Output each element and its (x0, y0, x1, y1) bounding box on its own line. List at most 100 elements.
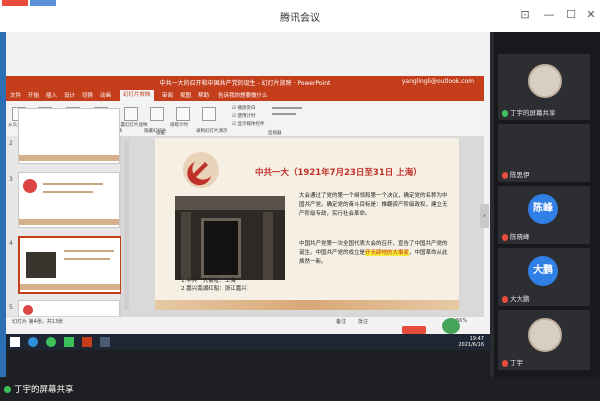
taskbar-app-icon (30, 0, 56, 6)
thumbnail-emblem (23, 179, 37, 193)
tab-help[interactable]: 帮助 (198, 91, 209, 99)
maximize-button[interactable]: ☐ (564, 8, 578, 22)
photo-detail (263, 212, 273, 280)
hammer-sickle-icon (183, 152, 219, 188)
tab-review[interactable]: 审阅 (162, 91, 173, 99)
app-icon[interactable] (64, 337, 74, 347)
monitor-dropdown[interactable] (272, 107, 302, 109)
participant-name-text: 大大鹏 (510, 295, 530, 303)
tab-insert[interactable]: 插入 (46, 91, 57, 99)
slide-paragraph: 中国共产党第一次全国代表大会的召开，宣告了中国共产党的诞生。中国共产党的成立是开… (299, 240, 449, 267)
close-button[interactable]: ✕ (584, 8, 598, 22)
meeting-title-bar: 腾讯会议 ⊡ — ☐ ✕ (0, 0, 600, 33)
slide-thumbnail[interactable] (18, 108, 120, 164)
ribbon-label: 设置幻灯片放映 (116, 123, 148, 128)
thumbnail-graphic (19, 155, 119, 161)
avatar (528, 64, 562, 98)
slide-caption: 2.嘉兴南湖红船：浙江嘉兴 (181, 286, 247, 292)
tab-view[interactable]: 视图 (180, 91, 191, 99)
slide-heading: 中共一大（1921年7月23日至31日 上海） (255, 168, 422, 178)
setup-show-icon[interactable] (124, 107, 138, 121)
thumbnail-graphic (64, 258, 110, 260)
checkbox-timings[interactable]: ☑ 使用计时 (232, 113, 255, 119)
slide-thumbnail[interactable] (18, 172, 120, 228)
ppt-user-account[interactable]: yanglingli@outlook.com (402, 78, 474, 85)
photo-detail (175, 196, 285, 210)
highlighted-text: 开天辟地的大事变 (365, 250, 410, 256)
avatar: 陈峰 (528, 194, 558, 224)
participant-name: 陈晓峰 (502, 231, 530, 241)
rehearse-timings-icon[interactable] (176, 107, 190, 121)
thumbnail-emblem (23, 305, 33, 315)
mic-muted-icon (502, 359, 508, 367)
collapse-panel-button[interactable]: › (480, 204, 489, 228)
thumbnail-graphic (43, 183, 103, 185)
ime-toolbar[interactable] (402, 326, 426, 334)
participant-name-text: 丁宇的屏幕共享 (510, 109, 556, 117)
mic-icon (502, 109, 508, 117)
participant-tile[interactable]: 陈峰 陈晓峰 (498, 186, 590, 244)
meeting-bottom-bar: 丁宇的屏幕共享 (0, 377, 600, 401)
participant-name: 陈思伊 (502, 169, 530, 179)
current-slide: 中共一大（1921年7月23日至31日 上海） 1.中共一大会址：上海 2.嘉兴… (155, 138, 459, 310)
checkbox-narrations[interactable]: ☑ 播放旁白 (232, 105, 255, 111)
tell-me-search[interactable]: 告诉我你想要做什么 (218, 91, 268, 99)
thumbnail-graphic (19, 219, 119, 225)
thumbnail-graphic (43, 191, 93, 193)
slide-caption: 1.中共一大会址：上海 (181, 278, 236, 284)
notes-button[interactable]: 备注 (336, 318, 346, 325)
start-icon[interactable] (10, 337, 20, 347)
presenter-label: 丁宇的屏幕共享 (14, 385, 74, 395)
screen-share-indicator[interactable]: 丁宇的屏幕共享 (4, 383, 74, 395)
photo-detail (201, 218, 241, 278)
assistant-avatar-icon[interactable] (442, 318, 460, 334)
participant-tile[interactable]: 陈思伊 (498, 124, 590, 182)
tab-design[interactable]: 设计 (64, 91, 75, 99)
participant-name: 丁宇的屏幕共享 (502, 107, 556, 117)
record-show-icon[interactable] (202, 107, 216, 121)
participant-name: 大大鹏 (502, 293, 530, 303)
slide-thumbnail-pane: 2 3 4 5 (6, 108, 122, 318)
tab-animations[interactable]: 动画 (100, 91, 111, 99)
tab-slideshow[interactable]: 幻灯片放映 (120, 90, 154, 101)
thumbnail-graphic (26, 252, 56, 278)
checkbox-media-controls[interactable]: ☑ 显示媒体控件 (232, 121, 264, 127)
tab-file[interactable]: 文件 (10, 91, 21, 99)
avatar: 大鹏 (528, 256, 558, 286)
thumbnail-number: 4 (9, 240, 13, 247)
mic-muted-icon (502, 171, 508, 179)
wechat-icon[interactable] (46, 337, 56, 347)
checkbox-label: 使用计时 (237, 114, 256, 119)
comments-button[interactable]: 批注 (358, 318, 368, 325)
monitor-dropdown[interactable] (272, 113, 296, 115)
participant-name: 丁宇 (502, 357, 523, 367)
desktop-edge (0, 350, 6, 377)
pin-icon[interactable]: ⊡ (518, 8, 532, 22)
share-status-icon (4, 386, 11, 393)
ppt-title-bar: 中共一大的召开和中国共产党的诞生 - 幻灯片放映 · PowerPoint ya… (6, 76, 484, 90)
participant-tile[interactable]: 丁宇 (498, 310, 590, 370)
thumbnail-number: 2 (9, 140, 13, 147)
thumbnail-scrollbar[interactable] (124, 140, 129, 310)
powerpoint-icon[interactable] (82, 337, 92, 347)
minimize-button[interactable]: — (542, 8, 556, 22)
hide-slide-icon[interactable] (150, 107, 164, 121)
mic-muted-icon (502, 295, 508, 303)
photo-detail (181, 212, 191, 280)
thumbnail-number: 3 (9, 176, 13, 183)
tab-home[interactable]: 开始 (28, 91, 39, 99)
slide-thumbnail-selected[interactable] (18, 236, 122, 294)
taskbar-clock: 19:47 2021/6/16 (458, 336, 484, 348)
participant-name-text: 陈思伊 (510, 171, 530, 179)
participant-tile[interactable]: 丁宇的屏幕共享 (498, 54, 590, 120)
app-icon[interactable] (100, 337, 110, 347)
participant-tile[interactable]: 大鹏 大大鹏 (498, 248, 590, 306)
tab-transitions[interactable]: 切换 (82, 91, 93, 99)
historic-building-photo (175, 196, 285, 280)
participant-name-text: 丁宇 (510, 359, 523, 367)
thumbnail-graphic (64, 250, 114, 252)
ribbon-label: 录制幻灯片演示 (196, 129, 228, 134)
slide-paragraph: 大会通过了党的第一个纲领和第一个决议，确定党的名称为中国共产党。确定党的奋斗目标… (299, 193, 448, 217)
window-title: 腾讯会议 (280, 13, 320, 24)
browser-icon[interactable] (28, 337, 38, 347)
